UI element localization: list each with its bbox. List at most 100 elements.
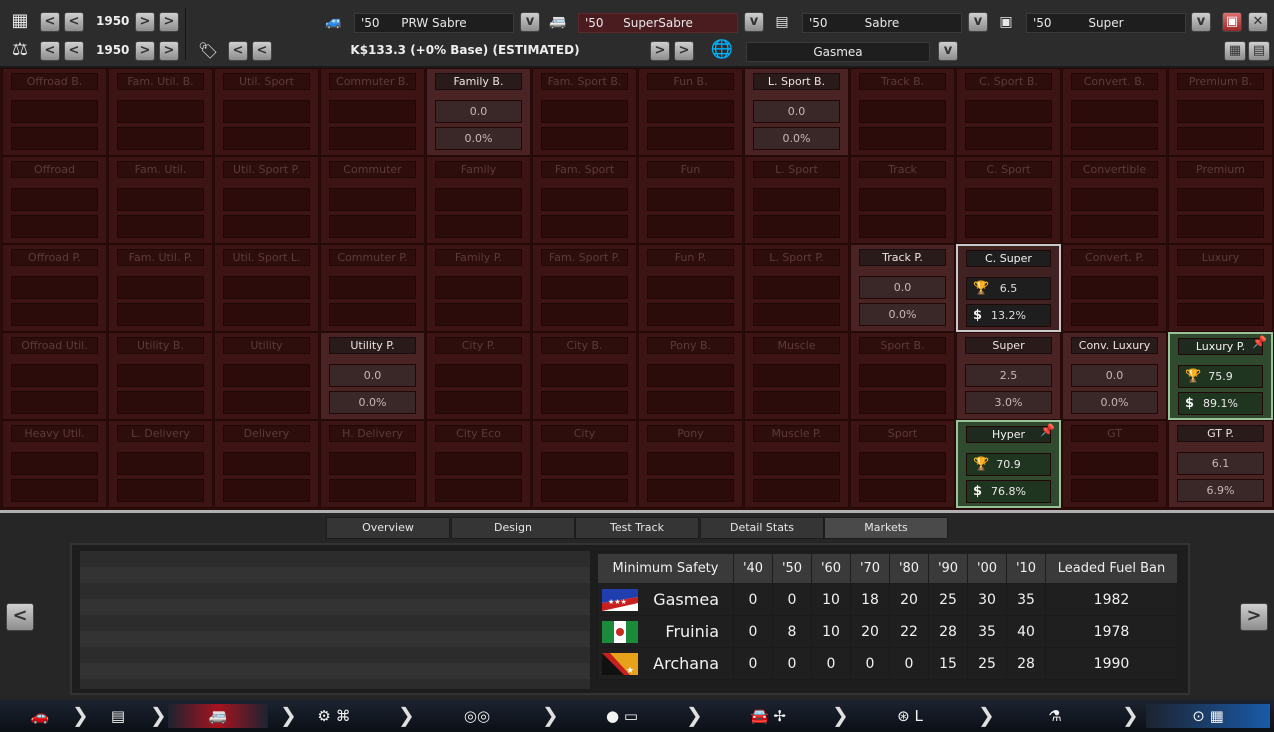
trim-dropdown-button[interactable]: v (1191, 12, 1211, 32)
market-cell[interactable]: Utility P. 0.0 0.0% (320, 332, 425, 420)
market-cell[interactable]: City B. (532, 332, 637, 420)
year-back-button[interactable]: < (64, 12, 84, 32)
price-back-10-button[interactable]: < (228, 41, 248, 61)
market-cell[interactable]: Track B. (850, 68, 955, 156)
market-cell[interactable]: Pony B. (638, 332, 743, 420)
market-cell[interactable]: City Eco (426, 420, 531, 508)
market-cell[interactable]: Hyper 🏆 70.9 $76.8% 📌 (956, 420, 1061, 508)
market-cell[interactable]: Fam. Sport (532, 156, 637, 244)
wheels-icon[interactable]: ◎◎ (452, 704, 502, 728)
market-cell[interactable]: Family B. 0.0 0.0% (426, 68, 531, 156)
market-cell[interactable]: Commuter B. (320, 68, 425, 156)
market-cell[interactable]: Convertible (1062, 156, 1167, 244)
close-icon[interactable]: ✕ (1248, 12, 1268, 32)
market-cell[interactable]: Convert. B. (1062, 68, 1167, 156)
market-cell[interactable]: Util. Sport L. (214, 244, 319, 332)
tab-test-track[interactable]: Test Track (575, 517, 699, 539)
tab-overview[interactable]: Overview (326, 517, 450, 539)
model-dropdown-button[interactable]: v (744, 12, 764, 32)
market-cell[interactable]: Util. Sport (214, 68, 319, 156)
market-cell[interactable]: Family (426, 156, 531, 244)
market-cell[interactable]: H. Delivery (320, 420, 425, 508)
market-dropdown-button[interactable]: v (938, 41, 958, 61)
market-cell[interactable]: Muscle P. (744, 420, 849, 508)
save-icon[interactable]: ▣ (1222, 12, 1242, 32)
market-cell[interactable]: Commuter (320, 156, 425, 244)
year-forward-10-button[interactable]: > (159, 12, 179, 32)
market-cell[interactable]: Track (850, 156, 955, 244)
year2-forward-button[interactable]: > (135, 41, 155, 61)
next-page-button[interactable]: > (1240, 603, 1268, 631)
fuel-icon[interactable]: ⚗ (1040, 704, 1070, 728)
market-cell[interactable]: C. Sport B. (956, 68, 1061, 156)
year-forward-button[interactable]: > (135, 12, 155, 32)
market-cell[interactable]: Luxury (1168, 244, 1273, 332)
gear-engine-icon[interactable]: ⚙ ⌘ (306, 704, 362, 728)
list-view-icon[interactable]: ▤ (1248, 41, 1270, 61)
chassis-slot[interactable]: '50 PRW Sabre (354, 13, 514, 33)
market-cell[interactable]: Sport (850, 420, 955, 508)
market-cell[interactable]: Luxury P. 🏆 75.9 $89.1% 📌 (1168, 332, 1273, 420)
body-icon[interactable]: ● ▭ (590, 704, 654, 728)
market-cell[interactable]: Super 2.5 3.0% (956, 332, 1061, 420)
car-icon[interactable]: 🚗 (20, 704, 60, 728)
price-forward-button[interactable]: > (650, 41, 670, 61)
market-cell[interactable]: L. Sport (744, 156, 849, 244)
engine-block-icon[interactable]: ▤ (98, 704, 138, 728)
fan-icon[interactable]: 🚘 ✢ (716, 704, 820, 728)
market-cell[interactable]: Fun P. (638, 244, 743, 332)
tab-detail-stats[interactable]: Detail Stats (700, 517, 824, 539)
price-back-button[interactable]: < (252, 41, 272, 61)
market-cell[interactable]: L. Sport P. (744, 244, 849, 332)
market-cell[interactable]: GT P. 6.1 6.9% (1168, 420, 1273, 508)
market-cell[interactable]: Fam. Util. (108, 156, 213, 244)
tab-design[interactable]: Design (451, 517, 575, 539)
price-forward-10-button[interactable]: > (674, 41, 694, 61)
year2-forward-10-button[interactable]: > (159, 41, 179, 61)
market-cell[interactable]: GT (1062, 420, 1167, 508)
market-cell[interactable]: Offroad (2, 156, 107, 244)
market-cell[interactable]: Offroad P. (2, 244, 107, 332)
prev-page-button[interactable]: < (6, 603, 34, 631)
market-cell[interactable]: Offroad B. (2, 68, 107, 156)
engine-slot[interactable]: '50 Sabre (802, 13, 962, 33)
market-cell[interactable]: Heavy Util. (2, 420, 107, 508)
trim-icon[interactable]: 🚐 (168, 704, 268, 728)
market-cell[interactable]: Fam. Sport P. (532, 244, 637, 332)
market-cell[interactable]: Premium B. (1168, 68, 1273, 156)
market-cell[interactable]: Conv. Luxury 0.0 0.0% (1062, 332, 1167, 420)
pin-icon[interactable]: 📌 (1040, 423, 1055, 437)
model-slot[interactable]: '50 SuperSabre (578, 13, 738, 33)
year-back-10-button[interactable]: < (40, 12, 60, 32)
market-cell[interactable]: Commuter P. (320, 244, 425, 332)
market-cell[interactable]: C. Sport (956, 156, 1061, 244)
market-cell[interactable]: Delivery (214, 420, 319, 508)
market-cell[interactable]: Fam. Sport B. (532, 68, 637, 156)
market-cell[interactable]: Pony (638, 420, 743, 508)
market-cell[interactable]: L. Delivery (108, 420, 213, 508)
market-cell[interactable]: Fun B. (638, 68, 743, 156)
market-cell[interactable]: L. Sport B. 0.0 0.0% (744, 68, 849, 156)
market-select[interactable]: Gasmea (746, 42, 930, 62)
market-cell[interactable]: Track P. 0.0 0.0% (850, 244, 955, 332)
market-cell[interactable]: Utility (214, 332, 319, 420)
market-cell[interactable]: Family P. (426, 244, 531, 332)
year2-back-10-button[interactable]: < (40, 41, 60, 61)
steering-icon[interactable]: ⊛ L (884, 704, 936, 728)
market-cell[interactable]: Fun (638, 156, 743, 244)
market-cell[interactable]: Fam. Util. P. (108, 244, 213, 332)
market-cell[interactable]: C. Super 🏆 6.5 $13.2% (956, 244, 1061, 332)
year2-back-button[interactable]: < (64, 41, 84, 61)
market-cell[interactable]: Convert. P. (1062, 244, 1167, 332)
market-cell[interactable]: Premium (1168, 156, 1273, 244)
market-cell[interactable]: City (532, 420, 637, 508)
market-cell[interactable]: Offroad Util. (2, 332, 107, 420)
market-cell[interactable]: Utility B. (108, 332, 213, 420)
grid-view-icon[interactable]: ▦ (1224, 41, 1246, 61)
market-cell[interactable]: Util. Sport P. (214, 156, 319, 244)
chassis-dropdown-button[interactable]: v (520, 12, 540, 32)
tab-markets[interactable]: Markets (824, 517, 948, 539)
market-cell[interactable]: Fam. Util. B. (108, 68, 213, 156)
trim-slot[interactable]: '50 Super (1026, 13, 1186, 33)
market-cell[interactable]: Sport B. (850, 332, 955, 420)
